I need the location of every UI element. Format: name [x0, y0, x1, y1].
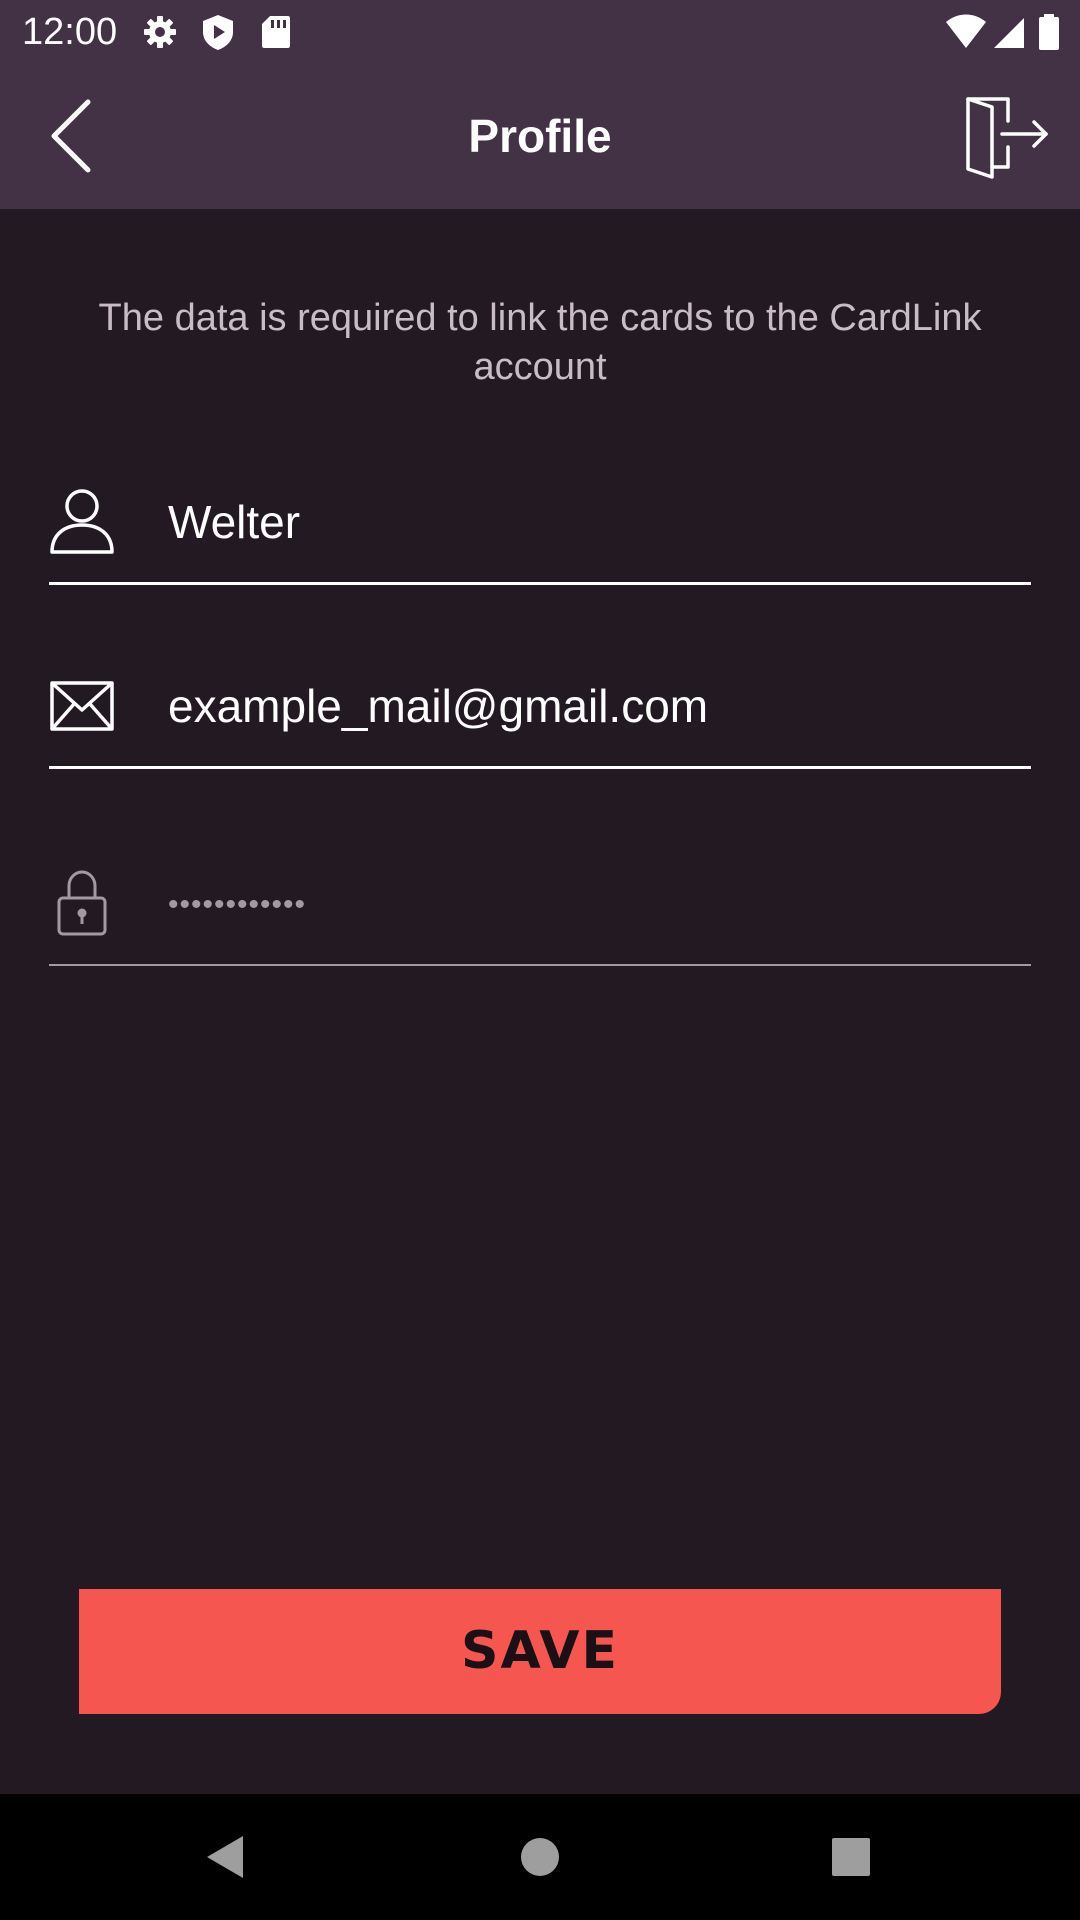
email-underline [49, 766, 1031, 769]
page-title: Profile [468, 110, 612, 162]
back-button[interactable] [38, 96, 108, 176]
person-icon [49, 486, 115, 561]
back-triangle-icon[interactable] [201, 1832, 251, 1882]
battery-icon [1036, 12, 1062, 52]
email-input[interactable] [168, 676, 1028, 736]
sd-card-icon [256, 12, 296, 52]
status-time: 12:00 [22, 11, 118, 53]
cell-signal-icon [990, 12, 1030, 52]
envelope-icon [49, 680, 115, 737]
email-field[interactable] [49, 672, 1031, 770]
recents-square-icon[interactable] [826, 1832, 876, 1882]
wifi-icon [944, 12, 988, 52]
name-input[interactable] [168, 492, 1028, 552]
name-field[interactable] [49, 480, 1031, 585]
chevron-left-icon [51, 99, 91, 173]
logout-button[interactable] [962, 91, 1052, 181]
info-text: The data is required to link the cards t… [98, 297, 982, 388]
password-field[interactable]: •••••••••••• [49, 866, 1031, 966]
save-button[interactable]: SAVE [79, 1589, 1001, 1714]
status-bar: 12:00 [0, 0, 1080, 63]
app-bar: Profile [0, 63, 1080, 209]
settings-icon [140, 12, 180, 52]
profile-screen: 12:00 Profile The data is required to li… [0, 0, 1080, 1920]
password-underline [49, 964, 1031, 966]
logout-door-icon [966, 97, 1048, 179]
password-input[interactable]: •••••••••••• [168, 888, 306, 922]
name-underline [49, 582, 1031, 585]
shield-play-icon [198, 12, 238, 52]
lock-icon [49, 868, 115, 943]
home-circle-icon[interactable] [515, 1832, 565, 1882]
system-nav-bar [0, 1794, 1080, 1920]
